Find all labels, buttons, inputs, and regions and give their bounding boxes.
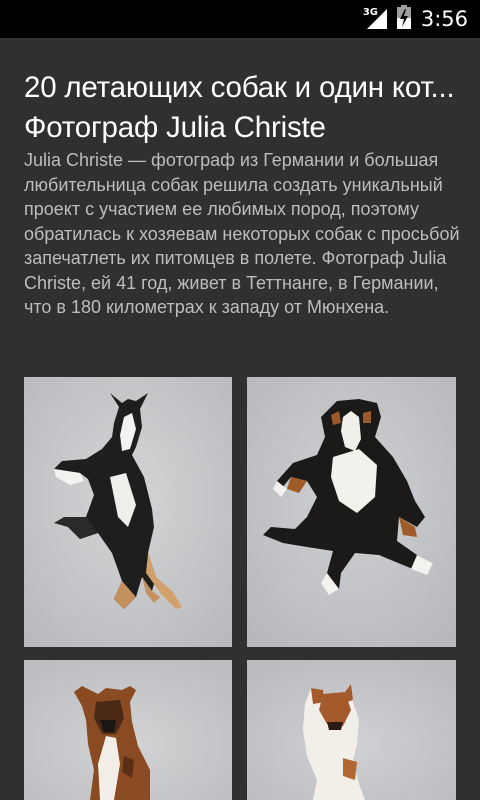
battery-charging-icon [396, 4, 411, 34]
photo-boxer[interactable] [24, 660, 232, 800]
article-content[interactable]: 20 летающих собак и один кот... Фотограф… [0, 38, 480, 800]
photo-jack-russell[interactable] [247, 660, 456, 800]
photo-border-collie[interactable] [24, 377, 232, 647]
signal-icon: 3G [363, 7, 389, 31]
network-type-label: 3G [362, 7, 378, 18]
status-bar: 3G 3:56 [0, 0, 480, 38]
photo-bernese-mountain-dog[interactable] [247, 377, 456, 647]
status-time: 3:56 [420, 7, 468, 31]
article-description: Julia Christe — фотограф из Германии и б… [24, 150, 460, 317]
status-icons: 3G 3:56 [363, 0, 468, 38]
article-title: 20 летающих собак и один кот... Фотограф… [24, 71, 455, 144]
